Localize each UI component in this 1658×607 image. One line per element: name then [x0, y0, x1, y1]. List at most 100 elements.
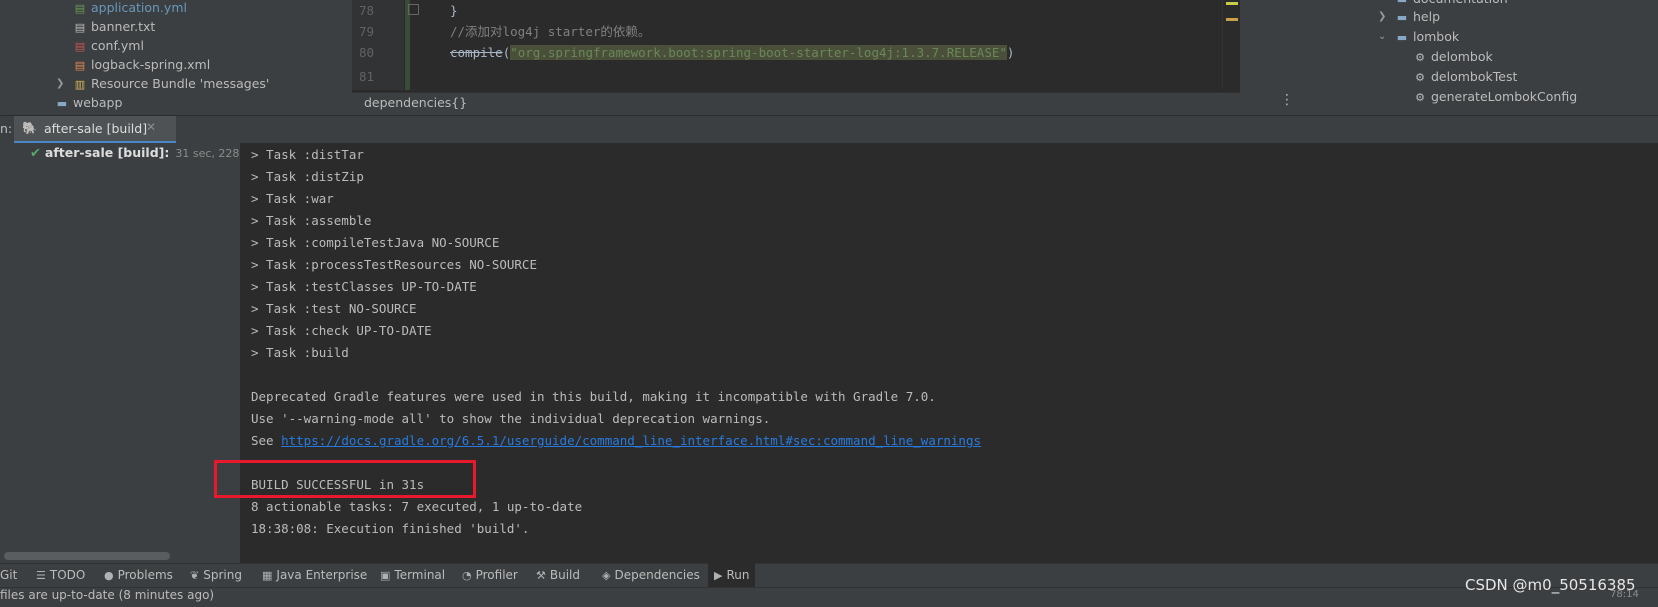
tool-label: Profiler — [475, 568, 518, 582]
code-comment: //添加对log4j starter的依赖。 — [450, 24, 651, 39]
gear-icon: ⚙ — [1415, 71, 1425, 84]
tree-item-logback-xml[interactable]: ▤ logback-spring.xml — [72, 55, 210, 75]
gear-icon: ⚙ — [1415, 91, 1425, 104]
editor-scrollbar[interactable] — [1222, 0, 1241, 90]
run-tab-label: after-sale [build] — [44, 121, 148, 136]
tree-item-label: application.yml — [91, 0, 187, 15]
tree-item-label: delombokTest — [1431, 69, 1518, 84]
tool-todo[interactable]: ☰ TODO — [36, 563, 85, 587]
tree-item-webapp[interactable]: ▬ webapp — [54, 93, 123, 113]
chevron-right-icon[interactable]: ❯ — [56, 74, 64, 94]
tool-run[interactable]: ▶ Run — [708, 563, 756, 587]
tool-label: TODO — [49, 568, 86, 582]
tool-label: Run — [726, 568, 750, 582]
text-file-icon: ▤ — [74, 21, 86, 34]
status-message[interactable]: files are up-to-date (8 minutes ago) — [0, 588, 214, 602]
play-icon: ▶ — [714, 569, 723, 582]
tool-profiler[interactable]: ◔ Profiler — [462, 563, 518, 587]
code-line-79: //添加对log4j starter的依赖。 — [450, 21, 650, 42]
code-line-78: } — [450, 3, 458, 18]
run-toolwindow-header — [0, 115, 1658, 144]
tool-label: Build — [549, 568, 580, 582]
console-line: > Task :build — [251, 345, 349, 360]
tree-item-label: documentation — [1413, 0, 1508, 6]
console-line: > Task :check UP-TO-DATE — [251, 323, 432, 338]
console-line: > Task :distZip — [251, 169, 364, 184]
tool-dependencies[interactable]: ◈ Dependencies — [602, 563, 700, 587]
tool-java-enterprise[interactable]: ▦ Java Enterprise — [262, 563, 367, 587]
console-line: > Task :testClasses UP-TO-DATE — [251, 279, 477, 294]
line-number: 81 — [358, 69, 374, 84]
tool-label: Spring — [203, 568, 242, 582]
tree-item-label: Resource Bundle 'messages' — [91, 76, 270, 91]
tool-spring[interactable]: ❦ Spring — [190, 563, 242, 587]
gradle-elephant-icon: 🐘 — [22, 121, 37, 135]
tree-item-banner-txt[interactable]: ▤ banner.txt — [72, 17, 156, 37]
close-icon[interactable]: ✕ — [146, 120, 156, 134]
tool-problems[interactable]: ● Problems — [104, 563, 173, 587]
console-line: 18:38:08: Execution finished 'build'. — [251, 521, 530, 536]
tool-terminal[interactable]: ▣ Terminal — [380, 563, 445, 587]
gradle-task-delomboktest[interactable]: ⚙ delombokTest — [1412, 67, 1517, 87]
folder-icon: ▬ — [56, 97, 68, 110]
tree-item-label: webapp — [73, 95, 123, 110]
line-number: 80 — [358, 45, 374, 60]
line-number: 78 — [358, 3, 374, 18]
console-line: > Task :war — [251, 191, 334, 206]
yml-file-icon: ▤ — [74, 40, 86, 53]
tool-label: Dependencies — [614, 568, 700, 582]
list-icon: ☰ — [36, 569, 46, 582]
run-label: n: — [0, 121, 13, 136]
status-bar — [0, 587, 1658, 607]
tool-label: Problems — [117, 568, 173, 582]
chevron-right-icon[interactable]: ❯ — [1378, 7, 1386, 27]
tool-build[interactable]: ⚒ Build — [536, 563, 580, 587]
spring-icon: ❦ — [190, 569, 200, 582]
chevron-down-icon[interactable]: ⌄ — [1378, 27, 1386, 47]
annotation-highlight-box — [214, 460, 476, 498]
tree-item-application-yml[interactable]: ▤ application.yml — [72, 0, 187, 18]
build-tree-node[interactable]: ✔ after-sale [build]: 31 sec, 228 ms — [30, 145, 259, 161]
error-stripe-mark[interactable] — [1226, 18, 1238, 21]
code-line-80: compile("org.springframework.boot:spring… — [450, 42, 1014, 63]
console-line: 8 actionable tasks: 7 executed, 1 up-to-… — [251, 499, 583, 514]
console-line: Use '--warning-mode all' to show the ind… — [251, 411, 771, 426]
task-folder-icon: ▬ — [1396, 31, 1408, 44]
gradle-docs-link[interactable]: https://docs.gradle.org/6.5.1/userguide/… — [281, 433, 981, 448]
horizontal-scrollbar[interactable] — [4, 552, 170, 560]
more-vertical-icon[interactable]: ⋮ — [1280, 92, 1294, 112]
console-line: > Task :assemble — [251, 213, 372, 228]
tree-item-conf-yml[interactable]: ▤ conf.yml — [72, 36, 144, 56]
line-number: 79 — [358, 24, 374, 39]
layers-icon: ◈ — [602, 569, 611, 582]
xml-file-icon: ▤ — [74, 59, 86, 72]
hammer-icon: ⚒ — [536, 569, 546, 582]
console-line-see: See https://docs.gradle.org/6.5.1/usergu… — [251, 430, 981, 452]
tool-label: Terminal — [394, 568, 446, 582]
tree-item-resource-bundle[interactable]: ❯ ▥ Resource Bundle 'messages' — [56, 74, 270, 94]
task-folder-icon: ▬ — [1396, 11, 1408, 24]
fold-marker-icon[interactable] — [408, 4, 419, 15]
tool-window-bar — [0, 563, 1658, 588]
profiler-icon: ◔ — [462, 569, 472, 582]
console-line: > Task :compileTestJava NO-SOURCE — [251, 235, 500, 250]
console-line: > Task :test NO-SOURCE — [251, 301, 417, 316]
breadcrumb[interactable]: dependencies{} — [364, 95, 467, 110]
tree-item-label: logback-spring.xml — [91, 57, 211, 72]
tree-item-label: banner.txt — [91, 19, 156, 34]
tree-item-label: delombok — [1431, 49, 1493, 64]
run-tab-after-sale-build[interactable]: 🐘 after-sale [build] ✕ — [14, 116, 176, 143]
tool-git[interactable]: Git — [0, 563, 17, 587]
terminal-icon: ▣ — [380, 569, 391, 582]
console-line: Deprecated Gradle features were used in … — [251, 389, 936, 404]
error-stripe-mark[interactable] — [1226, 2, 1238, 5]
gradle-group-lombok[interactable]: ⌄ ▬ lombok — [1378, 27, 1460, 47]
gradle-task-generatelombokconfig[interactable]: ⚙ generateLombokConfig — [1412, 87, 1577, 107]
build-node-name: after-sale [build]: — [44, 145, 170, 160]
gradle-task-delombok[interactable]: ⚙ delombok — [1412, 47, 1493, 67]
code-paren: ) — [1006, 45, 1015, 60]
watermark: CSDN @m0_50516385 — [1465, 576, 1636, 594]
gradle-group-help[interactable]: ❯ ▬ help — [1378, 7, 1440, 27]
tool-label: Git — [0, 568, 18, 582]
tree-item-label: lombok — [1413, 29, 1460, 44]
